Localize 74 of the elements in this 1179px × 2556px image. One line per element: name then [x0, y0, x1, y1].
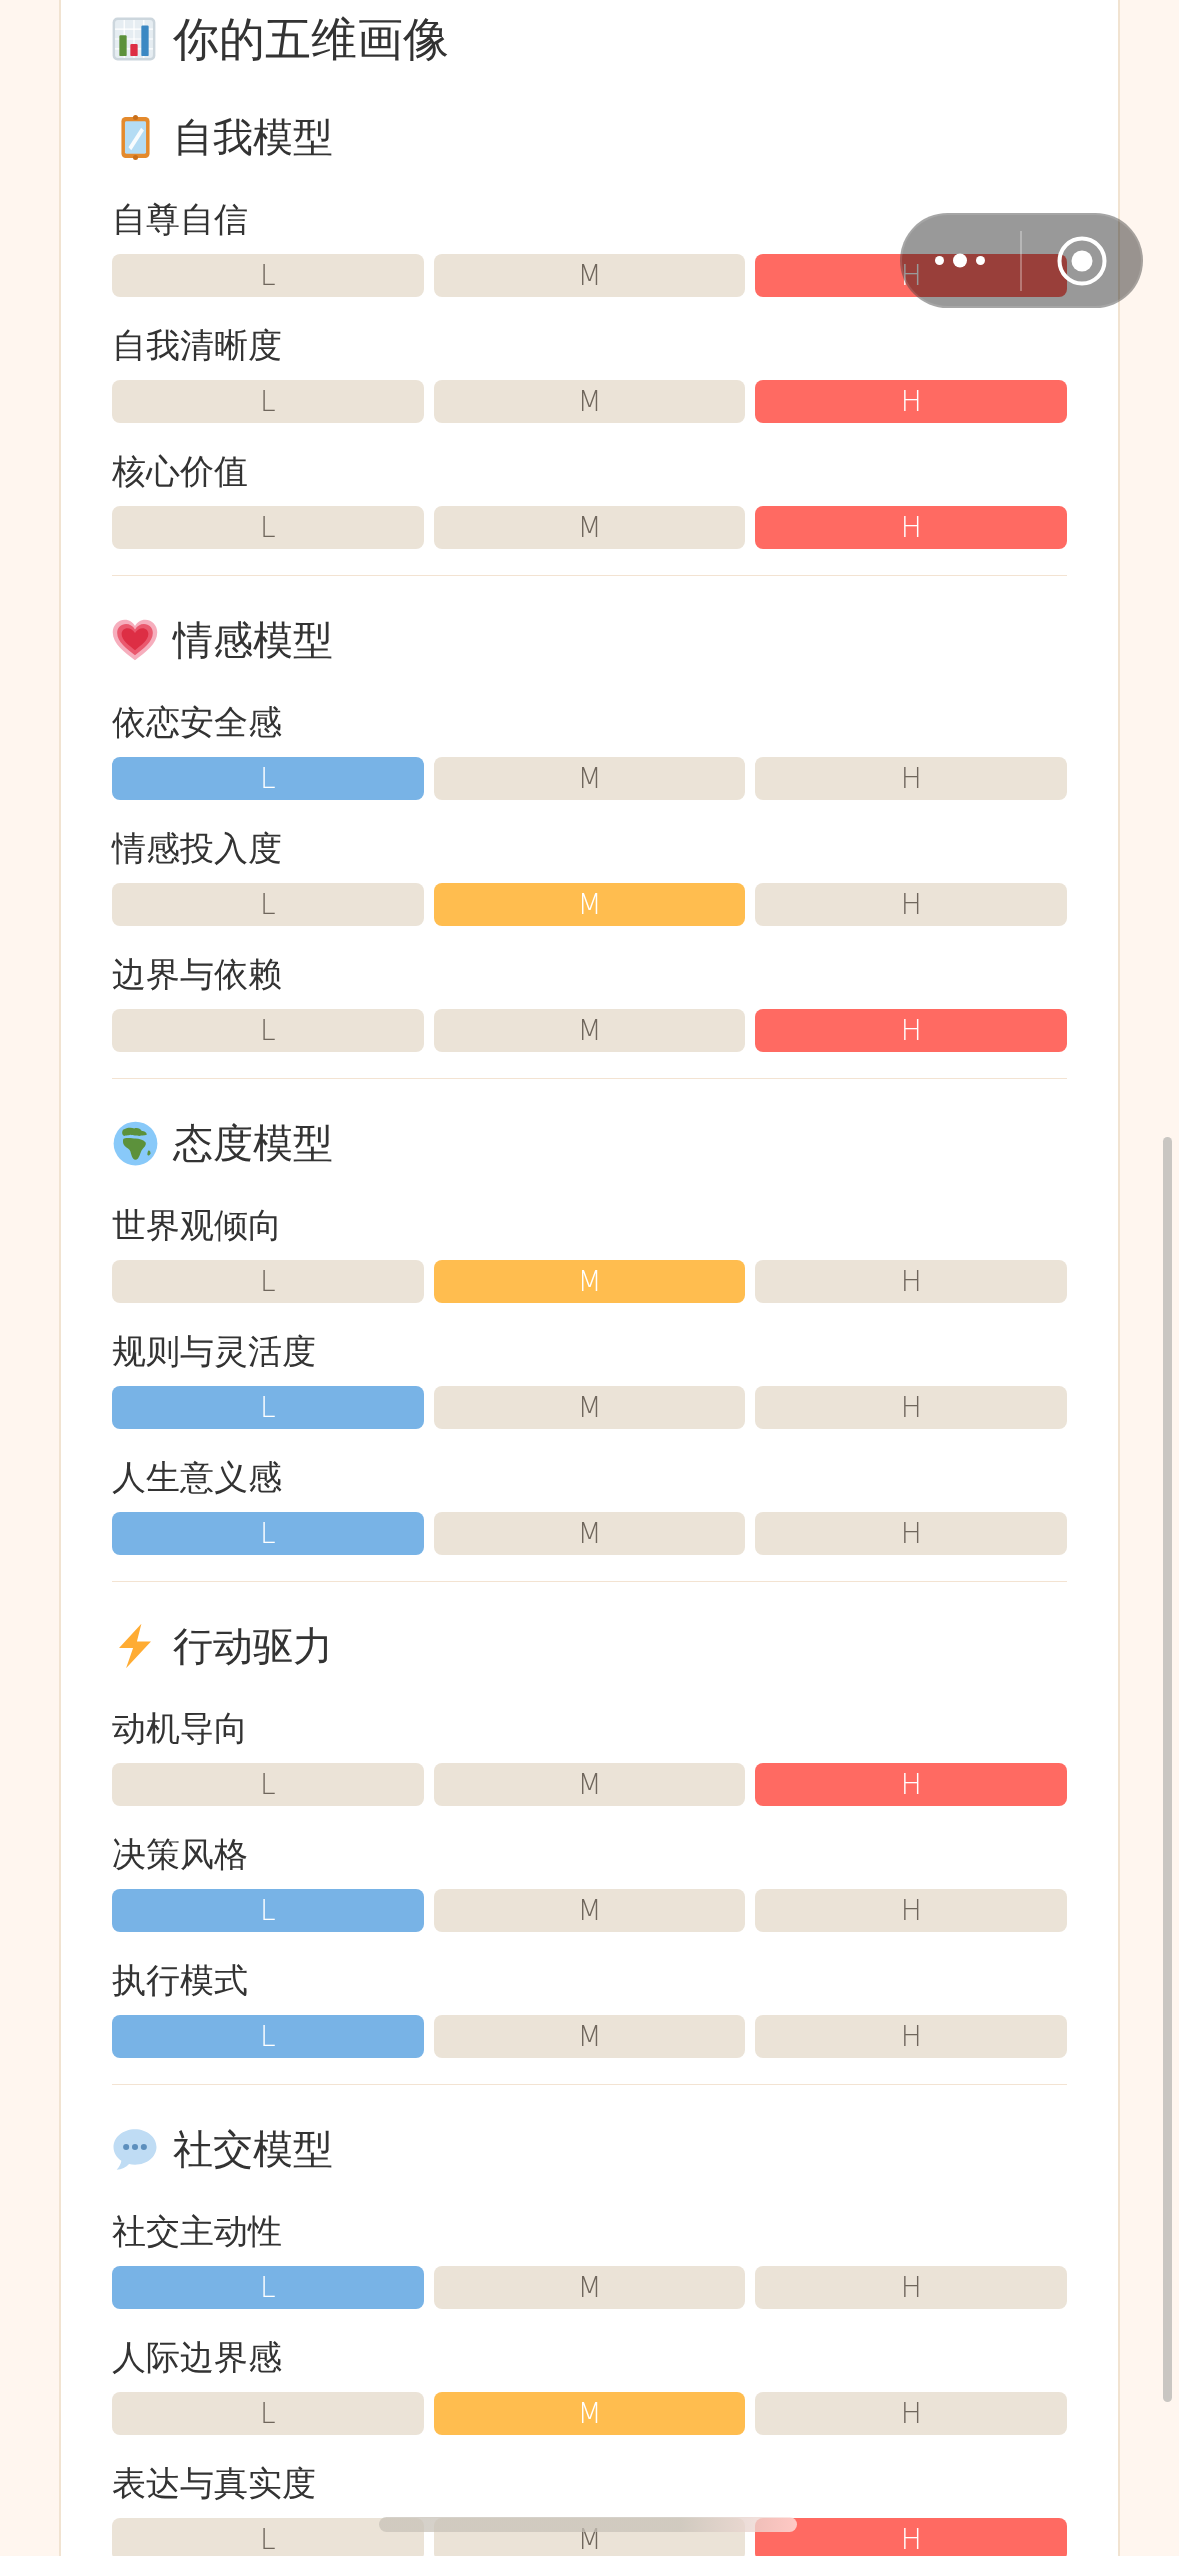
bar-chart-icon: [112, 17, 156, 61]
lightning-icon: [117, 1623, 153, 1669]
level-segment: M: [433, 883, 746, 926]
level-segment: L: [112, 2392, 424, 2435]
level-segment: L: [112, 2266, 424, 2309]
trait-label: 世界观倾向: [112, 1205, 282, 1246]
level-segment: M: [433, 1889, 746, 1932]
level-segment: H: [755, 2266, 1067, 2309]
level-segment: H: [755, 2015, 1067, 2058]
trait-label: 依恋安全感: [112, 702, 282, 743]
level-segment: M: [433, 1260, 746, 1303]
scrollbar-thumb[interactable]: [1163, 1137, 1172, 2402]
level-segment: L: [112, 1260, 424, 1303]
trait-label: 情感投入度: [112, 828, 282, 869]
level-segment: L: [112, 2518, 424, 2556]
level-segment: H: [755, 2518, 1067, 2556]
level-segment: L: [112, 1889, 424, 1932]
level-segment: M: [433, 1386, 746, 1429]
trait-label: 执行模式: [112, 1960, 248, 2001]
trait-label: 社交主动性: [112, 2211, 282, 2252]
level-segment: H: [755, 1889, 1067, 1932]
trait-label: 动机导向: [112, 1708, 248, 1749]
section-title: 行动驱力: [173, 1623, 333, 1670]
level-segment: L: [112, 757, 424, 800]
level-segment: H: [755, 1386, 1067, 1429]
page-title: 你的五维画像: [173, 12, 449, 67]
level-segment: M: [433, 1512, 746, 1555]
level-segment: L: [112, 1763, 424, 1806]
more-icon[interactable]: [935, 253, 985, 268]
level-segment: M: [433, 757, 746, 800]
section-title: 自我模型: [173, 114, 333, 161]
level-segment: L: [112, 1009, 424, 1052]
circle-dot-icon[interactable]: [1057, 235, 1107, 286]
level-segment: M: [433, 2015, 746, 2058]
level-segment: L: [112, 1512, 424, 1555]
trait-label: 规则与灵活度: [112, 1331, 316, 1372]
level-segment: M: [433, 506, 746, 549]
level-segment: L: [112, 254, 424, 297]
level-segment: L: [112, 1386, 424, 1429]
level-segment: H: [755, 2392, 1067, 2435]
level-segment: H: [755, 757, 1067, 800]
globe-icon: [112, 1120, 158, 1166]
section-title: 情感模型: [173, 617, 333, 664]
section-title: 社交模型: [173, 2126, 333, 2173]
speech-bubble-icon: [112, 2127, 158, 2171]
level-segment: H: [755, 1260, 1067, 1303]
level-segment: L: [112, 506, 424, 549]
trait-label: 核心价值: [112, 451, 248, 492]
level-segment: H: [755, 1009, 1067, 1052]
level-segment: H: [755, 1512, 1067, 1555]
heart-icon: [112, 619, 158, 661]
level-segment: M: [433, 380, 746, 423]
trait-label: 表达与真实度: [112, 2463, 316, 2504]
level-segment: M: [433, 2392, 746, 2435]
level-segment: M: [433, 1009, 746, 1052]
level-segment: H: [755, 883, 1067, 926]
level-segment: H: [755, 1763, 1067, 1806]
level-segment: H: [755, 506, 1067, 549]
level-segment: H: [755, 254, 1067, 297]
trait-label: 边界与依赖: [112, 954, 282, 995]
trait-label: 人际边界感: [112, 2337, 282, 2378]
level-segment: H: [755, 380, 1067, 423]
level-segment: L: [112, 380, 424, 423]
trait-label: 自尊自信: [112, 199, 248, 240]
level-segment: M: [433, 2266, 746, 2309]
mirror-icon: [119, 114, 151, 160]
trait-label: 决策风格: [112, 1834, 248, 1875]
level-segment: M: [433, 254, 746, 297]
trait-label: 人生意义感: [112, 1457, 282, 1498]
trait-label: 自我清晰度: [112, 325, 282, 366]
level-segment: L: [112, 883, 424, 926]
section-title: 态度模型: [173, 1120, 333, 1167]
level-segment: M: [433, 1763, 746, 1806]
level-segment: L: [112, 2015, 424, 2058]
